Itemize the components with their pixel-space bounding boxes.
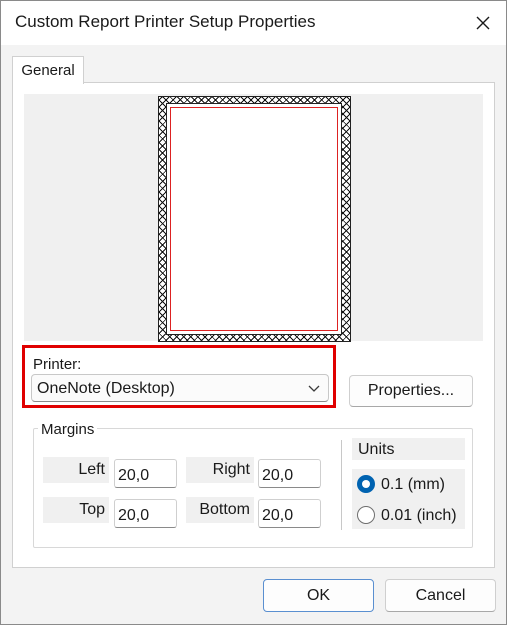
units-label: Units bbox=[358, 441, 395, 458]
right-margin-input[interactable] bbox=[258, 459, 321, 488]
bottom-label: Bottom bbox=[199, 501, 250, 518]
margins-legend: Margins bbox=[38, 421, 98, 438]
margins-units-separator bbox=[341, 440, 342, 530]
ok-button-label: OK bbox=[306, 586, 331, 604]
right-label: Right bbox=[212, 461, 250, 478]
units-mm-radio[interactable] bbox=[357, 475, 375, 493]
units-inch-label[interactable]: 0.01 (inch) bbox=[381, 507, 457, 525]
properties-button[interactable]: Properties... bbox=[349, 375, 473, 407]
cancel-button[interactable]: Cancel bbox=[385, 579, 496, 612]
units-mm-label[interactable]: 0.1 (mm) bbox=[381, 476, 445, 494]
bottom-margin-input[interactable] bbox=[258, 499, 321, 528]
properties-button-label: Properties... bbox=[367, 382, 455, 399]
printer-dropdown[interactable]: OneNote (Desktop) bbox=[31, 374, 329, 402]
units-inch-radio[interactable] bbox=[357, 506, 375, 524]
top-margin-input[interactable] bbox=[114, 499, 177, 528]
ok-button[interactable]: OK bbox=[263, 579, 374, 612]
cancel-button-label: Cancel bbox=[415, 586, 466, 604]
page-preview-margin-line bbox=[170, 107, 338, 331]
chevron-down-icon bbox=[308, 385, 320, 392]
top-label: Top bbox=[79, 501, 105, 518]
tab-general[interactable]: General bbox=[12, 56, 84, 84]
close-button[interactable] bbox=[460, 1, 506, 45]
left-margin-input[interactable] bbox=[114, 459, 177, 488]
window-title: Custom Report Printer Setup Properties bbox=[15, 12, 316, 31]
close-icon bbox=[476, 16, 490, 30]
printer-dropdown-value: OneNote (Desktop) bbox=[37, 380, 175, 397]
left-label: Left bbox=[78, 461, 105, 478]
printer-label: Printer: bbox=[33, 356, 82, 373]
title-bar: Custom Report Printer Setup Properties bbox=[1, 1, 506, 45]
tab-general-label: General bbox=[21, 62, 75, 79]
